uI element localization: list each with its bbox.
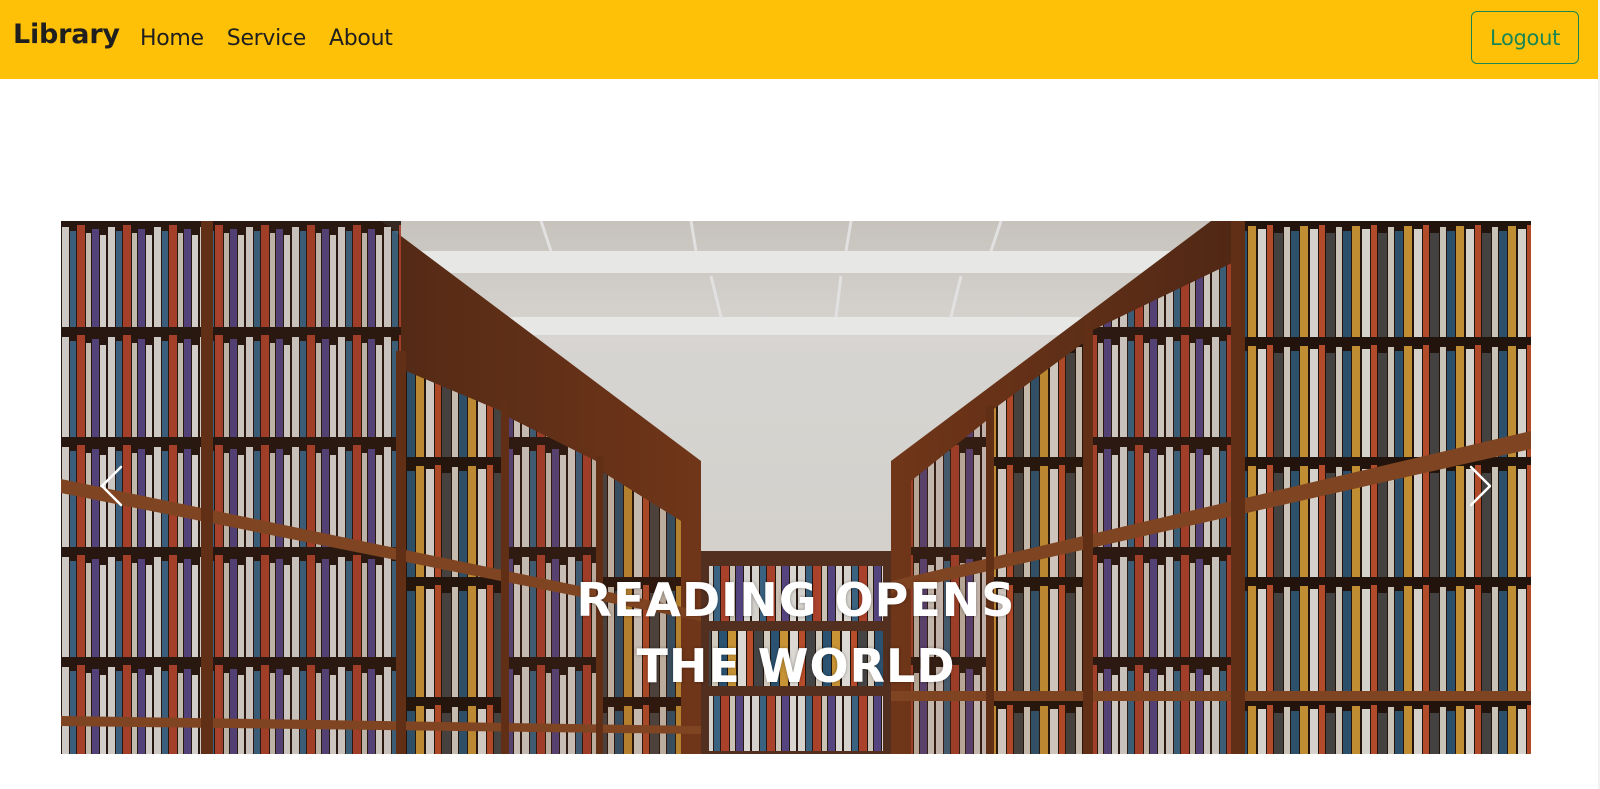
carousel-prev-control[interactable] — [81, 441, 141, 531]
chevron-right-icon — [1469, 465, 1492, 507]
nav-link-home[interactable]: Home — [140, 26, 204, 51]
brand-logo-text[interactable]: Library — [13, 0, 120, 70]
nav-links: Home Service About — [140, 0, 416, 77]
logout-button[interactable]: Logout — [1471, 11, 1579, 64]
hero-carousel: READING OPENS THE WORLD — [61, 221, 1531, 754]
carousel-next-control[interactable] — [1451, 441, 1511, 531]
caption-line-1: READING OPENS — [576, 573, 1016, 627]
nav-link-about[interactable]: About — [329, 26, 393, 51]
carousel-caption: READING OPENS THE WORLD — [61, 567, 1531, 699]
top-navbar: Library Home Service About Logout — [0, 0, 1598, 79]
nav-link-service[interactable]: Service — [227, 26, 307, 51]
caption-line-2: THE WORLD — [636, 639, 956, 693]
chevron-left-icon — [100, 465, 123, 507]
